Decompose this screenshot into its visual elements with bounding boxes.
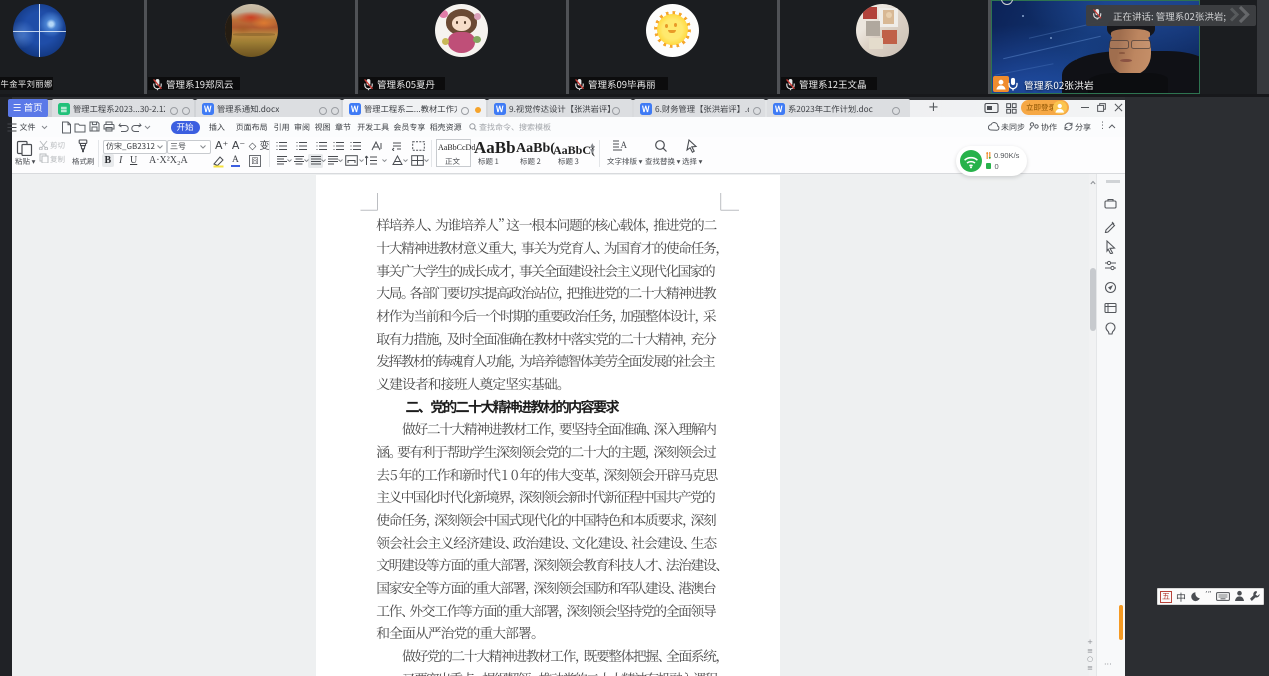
svg-text:A: A <box>621 140 628 150</box>
